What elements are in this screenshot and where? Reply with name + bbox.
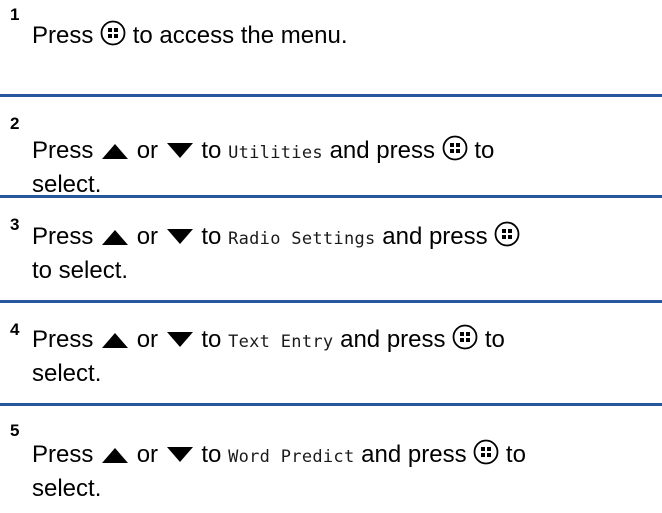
instruction-text: or [136, 223, 159, 250]
step-instruction: Press or to Word Predict and press to se… [32, 439, 657, 505]
step-divider [0, 94, 662, 97]
instruction-text: or [136, 326, 159, 353]
instruction-line: Press or to Text Entry and press to [32, 324, 657, 358]
instruction-line: Press or to Word Predict and press to [32, 439, 657, 473]
step-number: 5 [10, 421, 20, 440]
instruction-text: Press [32, 223, 94, 250]
step-divider [0, 195, 662, 198]
down-arrow-icon [165, 141, 195, 161]
instruction-text: and press [340, 326, 446, 353]
instruction-text: and press [382, 223, 488, 250]
instruction-text: or [136, 441, 159, 468]
step-divider [0, 403, 662, 406]
instruction-text: to [201, 326, 222, 353]
up-arrow-icon [100, 330, 130, 350]
menu-item-name: Text Entry [228, 332, 334, 352]
instruction-text: to [201, 137, 222, 164]
step-instruction: Press or to Text Entry and press to sele… [32, 324, 657, 390]
instruction-line: Press or to Radio Settings and press [32, 221, 657, 255]
instruction-text: to [474, 137, 495, 164]
instruction-text: Press [32, 441, 94, 468]
step-divider [0, 300, 662, 303]
instruction-text: to [201, 441, 222, 468]
menu-ok-button-icon [452, 324, 478, 350]
up-arrow-icon [100, 227, 130, 247]
instruction-line: select. [32, 360, 102, 387]
menu-ok-button-icon [473, 439, 499, 465]
menu-item-name: Word Predict [228, 447, 355, 467]
menu-item-name: Radio Settings [228, 229, 376, 249]
menu-ok-button-icon [442, 135, 468, 161]
step-instruction: Press to access the menu. [32, 20, 657, 52]
instruction-text: Press [32, 326, 94, 353]
instruction-text: and press [329, 137, 435, 164]
instruction-text: and press [361, 441, 467, 468]
menu-ok-button-icon [494, 221, 520, 247]
down-arrow-icon [165, 227, 195, 247]
instruction-text: or [136, 137, 159, 164]
up-arrow-icon [100, 141, 130, 161]
down-arrow-icon [165, 445, 195, 465]
step-number: 4 [10, 320, 20, 339]
instruction-line: select. [32, 475, 102, 502]
instruction-text: to [201, 223, 222, 250]
menu-item-name: Utilities [228, 143, 323, 163]
instruction-line: Press or to Utilities and press to [32, 135, 657, 169]
instruction-text: to access the menu. [132, 22, 348, 49]
menu-ok-button-icon [100, 20, 126, 46]
instruction-line: Press to access the menu. [32, 20, 657, 52]
instruction-text: to [505, 441, 526, 468]
instruction-text: Press [32, 137, 94, 164]
instruction-text: to [484, 326, 505, 353]
step-number: 1 [10, 5, 20, 24]
step-number: 2 [10, 114, 20, 133]
instruction-text: Press [32, 22, 94, 49]
down-arrow-icon [165, 330, 195, 350]
instruction-line: to select. [32, 257, 129, 284]
up-arrow-icon [100, 445, 130, 465]
step-number: 3 [10, 215, 20, 234]
step-instruction: Press or to Utilities and press to selec… [32, 135, 657, 201]
step-instruction: Press or to Radio Settings and press to … [32, 221, 657, 287]
